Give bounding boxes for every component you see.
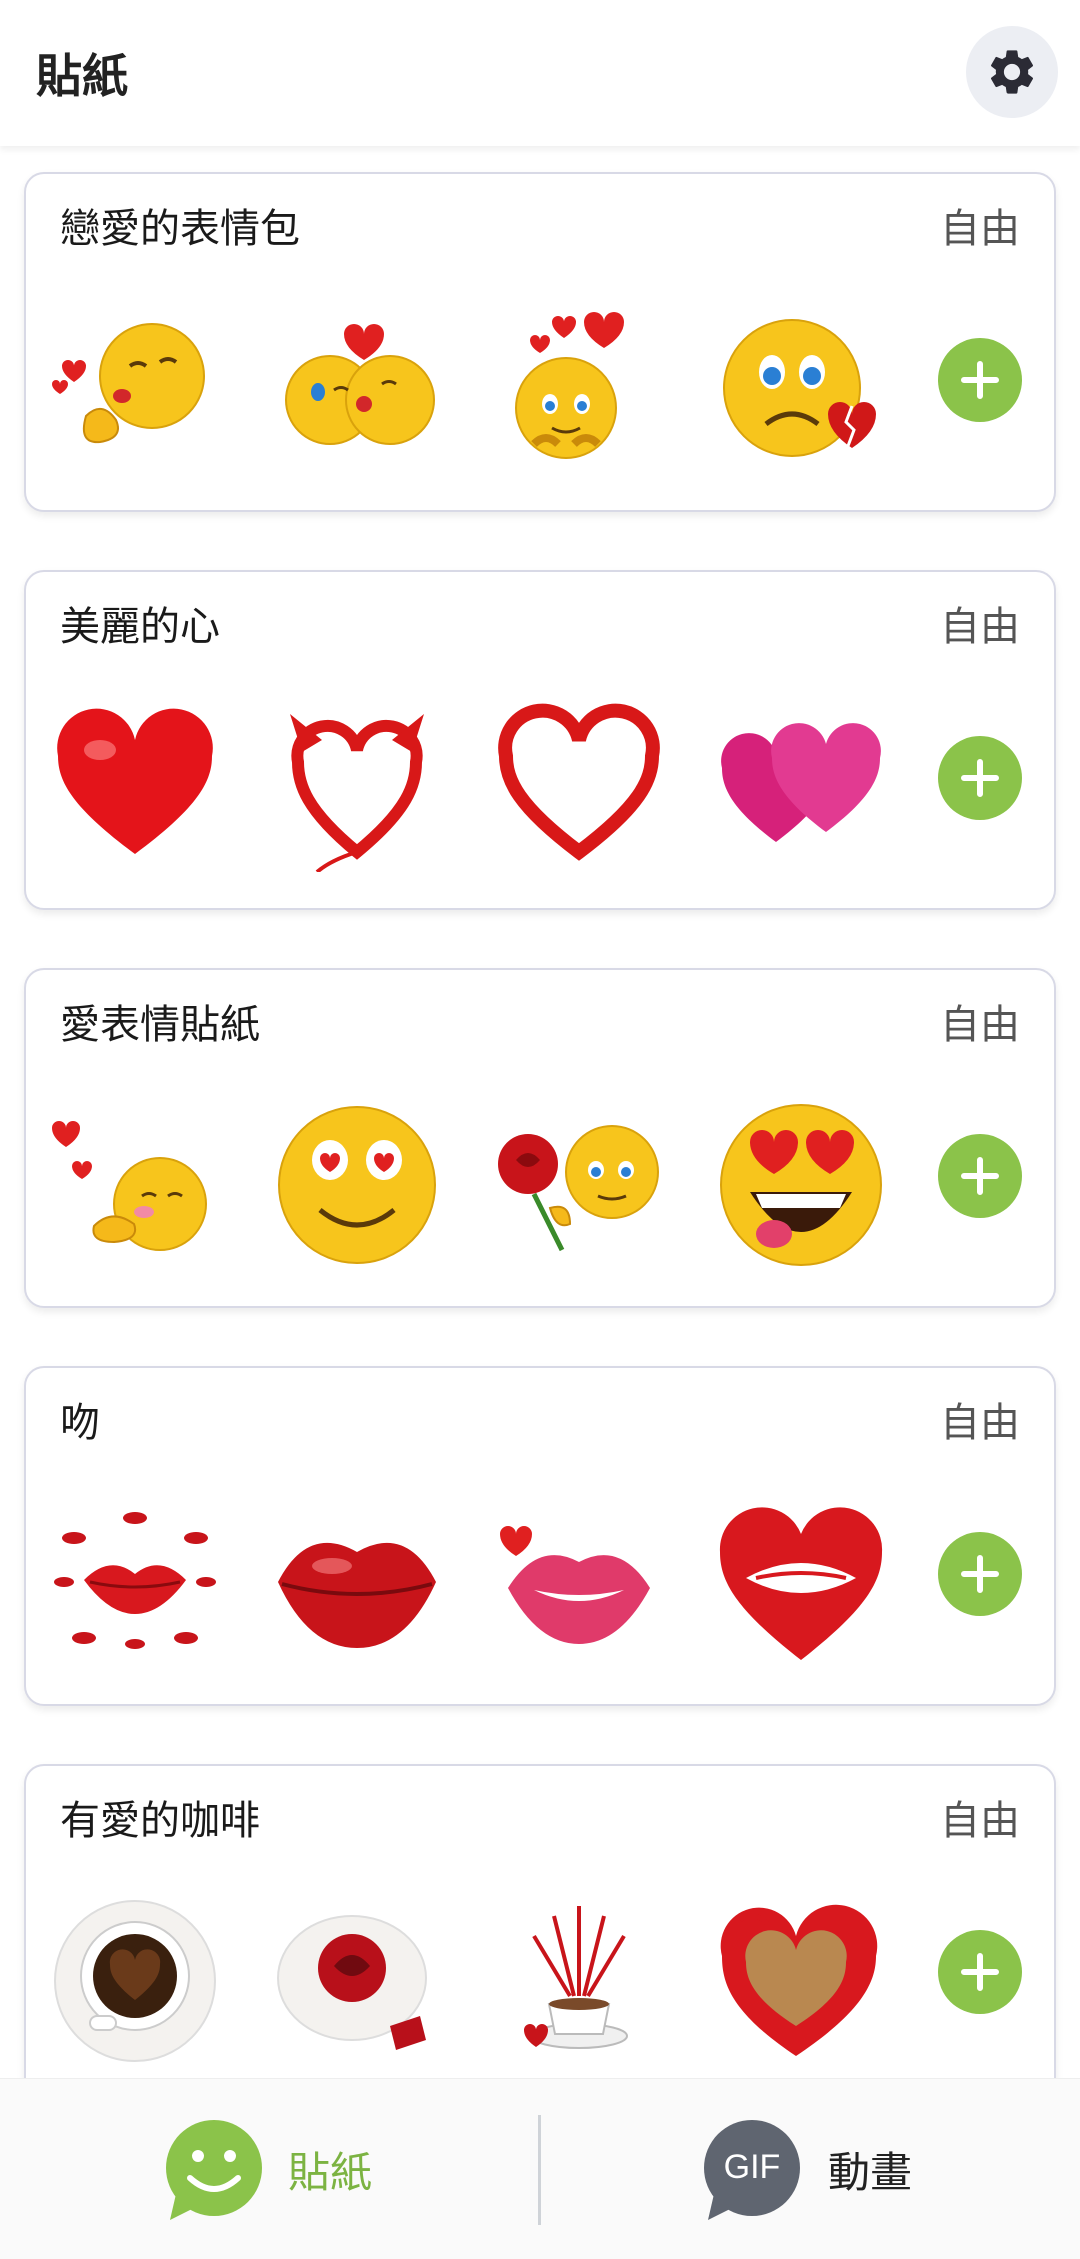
sticker-preview-row [50, 304, 950, 474]
pack-title: 戀愛的表情包 [60, 206, 300, 252]
sticker-preview-row [50, 1498, 950, 1668]
sticker-preview-row [50, 1896, 950, 2066]
add-pack-button[interactable] [938, 1930, 1022, 2014]
tab-stickers-label: 貼紙 [288, 2148, 373, 2197]
pack-price-label: 自由 [940, 1798, 1020, 1844]
plus-icon [961, 1953, 999, 1991]
add-pack-button[interactable] [938, 736, 1022, 820]
add-pack-button[interactable] [938, 1532, 1022, 1616]
app-header: 貼紙 [0, 0, 1080, 146]
heart-eyes-face-sticker [272, 1100, 442, 1270]
laughing-heart-eyes-sticker [716, 1100, 886, 1270]
pack-title: 美麗的心 [60, 604, 220, 650]
settings-button[interactable] [966, 26, 1058, 118]
plus-icon [961, 1157, 999, 1195]
rose-face-sticker [494, 1100, 664, 1270]
smiley-chat-icon [166, 2119, 262, 2220]
sticker-preview-row [50, 1100, 950, 1270]
sad-broken-heart-sticker [716, 304, 886, 474]
devil-heart-sticker [272, 702, 442, 872]
bottom-navigation: 貼紙 GIF 動畫 [0, 2078, 1080, 2259]
sticker-pack-list[interactable]: 戀愛的表情包 自由 美麗的心 自由 愛表情貼紙 自由 吻 自由 有愛的咖啡 自由 [0, 146, 1080, 2078]
red-heart-sticker [50, 702, 220, 872]
pack-price-label: 自由 [940, 206, 1020, 252]
lips-ring-sticker [50, 1498, 220, 1668]
pack-price-label: 自由 [940, 604, 1020, 650]
plus-icon [961, 759, 999, 797]
add-pack-button[interactable] [938, 338, 1022, 422]
pack-title: 有愛的咖啡 [60, 1798, 260, 1844]
outline-heart-sticker [494, 702, 664, 872]
pack-price-label: 自由 [940, 1002, 1020, 1048]
pink-double-heart-sticker [716, 702, 886, 872]
coffee-heart-sticker [50, 1896, 220, 2066]
plus-icon [961, 1555, 999, 1593]
tab-animation-label: 動畫 [828, 2148, 913, 2197]
heart-lips-sticker [716, 1498, 886, 1668]
red-lips-sticker [272, 1498, 442, 1668]
tab-stickers[interactable]: 貼紙 [160, 2079, 372, 2259]
page-title: 貼紙 [36, 49, 128, 103]
kissing-face-sticker [50, 304, 220, 474]
sticker-pack-card[interactable]: 愛表情貼紙 自由 [24, 968, 1056, 1308]
pack-title: 吻 [60, 1400, 100, 1446]
shy-face-hearts-sticker [494, 304, 664, 474]
sticker-pack-card[interactable]: 吻 自由 [24, 1366, 1056, 1706]
heart-cup-sticker [716, 1896, 886, 2066]
pack-title: 愛表情貼紙 [60, 1002, 260, 1048]
coffee-arrows-sticker [494, 1896, 664, 2066]
pink-lips-sticker [494, 1498, 664, 1668]
sticker-pack-card[interactable]: 戀愛的表情包 自由 [24, 172, 1056, 512]
sticker-preview-row [50, 702, 950, 872]
gear-icon [990, 50, 1034, 94]
gif-chat-icon: GIF [700, 2118, 804, 2222]
nav-divider [538, 2115, 541, 2225]
sticker-pack-card[interactable]: 美麗的心 自由 [24, 570, 1056, 910]
sticker-pack-card[interactable]: 有愛的咖啡 自由 [24, 1764, 1056, 2078]
pack-price-label: 自由 [940, 1400, 1020, 1446]
plus-icon [961, 361, 999, 399]
couple-kiss-sticker [272, 304, 442, 474]
blowing-kiss-sticker [50, 1100, 220, 1270]
add-pack-button[interactable] [938, 1134, 1022, 1218]
tab-animation[interactable]: GIF 動畫 [700, 2079, 912, 2259]
gif-badge-label: GIF [723, 2147, 781, 2186]
rose-cup-sticker [272, 1896, 442, 2066]
